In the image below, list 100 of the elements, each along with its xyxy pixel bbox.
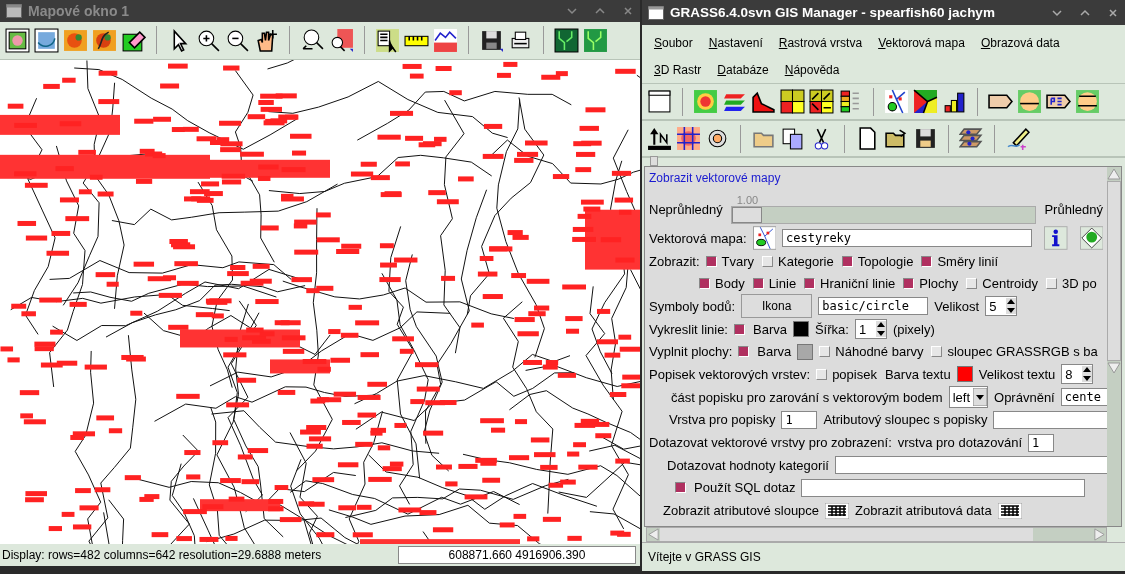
- text-field[interactable]: [993, 410, 1107, 429]
- checkbox[interactable]: [921, 255, 933, 267]
- checkbox-label[interactable]: Tvary: [721, 253, 755, 269]
- text-field[interactable]: cestyreky: [782, 229, 1033, 248]
- field-label: Barva: [757, 344, 792, 360]
- digitize-pencil-icon[interactable]: [1005, 126, 1030, 151]
- color-swatch[interactable]: [792, 321, 809, 338]
- table-icon[interactable]: [997, 502, 1022, 519]
- spinner-field[interactable]: 1: [854, 319, 887, 340]
- dropdown-arrow-icon[interactable]: [973, 388, 988, 407]
- checkbox-label[interactable]: Hraniční linie: [820, 276, 896, 292]
- text-field[interactable]: 1: [1028, 433, 1055, 452]
- text-field[interactable]: basic/circle: [818, 297, 929, 316]
- field-label: Symboly bodů:: [649, 298, 735, 314]
- checkbox-label[interactable]: Plochy: [919, 276, 959, 292]
- menu-item[interactable]: Rastrová vrstva: [778, 35, 863, 50]
- checkbox[interactable]: [804, 278, 816, 290]
- copy-icon[interactable]: [780, 126, 805, 151]
- field-label: Vrstva pro popisky: [669, 412, 776, 428]
- zoom-out-icon[interactable]: [225, 27, 250, 53]
- query-icon[interactable]: [375, 27, 400, 53]
- checkbox[interactable]: [734, 323, 745, 335]
- checkbox-label[interactable]: sloupec GRASSRGB s ba: [947, 344, 1098, 360]
- opacity-slider[interactable]: [730, 206, 1037, 224]
- coordinates-field: 608871.660 4916906.390: [398, 546, 636, 564]
- field-label: Popisek vektorových vrstev:: [649, 366, 811, 382]
- status-text: Display: rows=482 columns=642 resolution=29.6888 meters: [2, 548, 322, 562]
- menu-item[interactable]: Nastavení: [708, 35, 763, 50]
- close-icon[interactable]: [622, 5, 634, 17]
- text-field[interactable]: cente: [1060, 388, 1107, 407]
- field-label: Atributový sloupec s popisky: [823, 412, 988, 428]
- spin-arrows-icon[interactable]: [875, 321, 886, 338]
- checkbox[interactable]: [738, 346, 750, 358]
- window-icon: [648, 5, 664, 20]
- field-label: Zobrazit:: [649, 253, 700, 269]
- redraw-map-icon[interactable]: [34, 27, 59, 53]
- dropdown[interactable]: left: [948, 386, 989, 409]
- checkbox-label[interactable]: Centroidy: [982, 276, 1038, 292]
- checkbox[interactable]: [752, 278, 764, 290]
- checkbox-label[interactable]: Náhodné barvy: [835, 344, 924, 360]
- raster-map-icon[interactable]: [92, 27, 117, 53]
- info-icon[interactable]: [1044, 225, 1068, 252]
- table-icon[interactable]: [825, 502, 850, 519]
- spinner-field[interactable]: 8: [1061, 364, 1094, 385]
- checkbox-label[interactable]: Kategorie: [778, 253, 834, 269]
- checkbox[interactable]: [675, 482, 686, 494]
- menu-item[interactable]: Nápověda: [784, 62, 840, 77]
- save-icon[interactable]: [913, 126, 938, 151]
- histogram-icon[interactable]: [751, 89, 776, 114]
- north-arrow-icon[interactable]: [647, 126, 672, 151]
- spinner-field[interactable]: 5: [985, 296, 1018, 317]
- checkbox-label[interactable]: Směry linií: [937, 253, 999, 269]
- layers-icon[interactable]: [959, 126, 984, 151]
- checkbox[interactable]: [705, 255, 717, 267]
- menu-item[interactable]: Vektorová mapa: [878, 35, 965, 50]
- field-label: Dotazovat vektorové vrstvy pro zobrazení:: [649, 435, 892, 451]
- checkbox-label[interactable]: popisek: [832, 366, 877, 382]
- new-window-icon[interactable]: [647, 89, 672, 114]
- menu-item[interactable]: Databáze: [717, 62, 769, 77]
- zoom-in-icon[interactable]: [196, 27, 221, 53]
- spin-arrows-icon[interactable]: [1006, 298, 1017, 315]
- field-label: (pixely): [892, 321, 935, 337]
- checkbox[interactable]: [699, 278, 710, 290]
- grid-icon[interactable]: [676, 126, 701, 151]
- menu-item[interactable]: Soubor: [654, 35, 693, 50]
- checkbox[interactable]: [903, 278, 915, 290]
- field-label: Použít SQL dotaz: [694, 480, 796, 496]
- slider-value: 1.00: [735, 194, 760, 206]
- checkbox-label[interactable]: Linie: [768, 276, 797, 292]
- menu-item[interactable]: 3D Rastr: [654, 62, 702, 77]
- text-field[interactable]: [834, 456, 1107, 475]
- menu-item[interactable]: Obrazová data: [980, 35, 1060, 50]
- field-label: Dotazovat hodnoty kategorií: [667, 457, 829, 473]
- color-swatch[interactable]: [956, 366, 973, 383]
- text-field[interactable]: [801, 478, 1086, 497]
- zoom-back-icon[interactable]: [300, 27, 325, 53]
- slider-thumb[interactable]: [731, 207, 762, 223]
- checkbox[interactable]: [841, 255, 853, 267]
- reclass-table-icon[interactable]: [780, 89, 805, 114]
- color-swatch[interactable]: [797, 343, 814, 360]
- display-map-icon[interactable]: [5, 27, 30, 53]
- checkbox-label[interactable]: 3D po: [1061, 276, 1097, 292]
- minimize-icon[interactable]: [566, 5, 578, 17]
- raster-icon[interactable]: [693, 89, 718, 114]
- arrows-table-icon[interactable]: [809, 89, 834, 114]
- profile-icon[interactable]: [433, 27, 458, 53]
- checkbox-label[interactable]: Topologie: [857, 253, 914, 269]
- field-label: Barva: [753, 321, 787, 337]
- text-field[interactable]: 1: [781, 410, 818, 429]
- icon-select-button[interactable]: Ikona: [741, 294, 813, 319]
- zoom-region-icon[interactable]: [329, 27, 354, 53]
- splitter-handle[interactable]: [650, 156, 658, 166]
- vector-map-icon[interactable]: [752, 225, 777, 252]
- checkbox-label[interactable]: Body: [715, 276, 745, 292]
- voronoi-icon[interactable]: [913, 89, 938, 114]
- field-label: Neprůhledný: [649, 201, 723, 217]
- vector-map-icon[interactable]: [884, 89, 909, 114]
- close-icon[interactable]: [1107, 6, 1119, 19]
- pan-hand-icon[interactable]: [254, 27, 279, 53]
- spin-arrows-icon[interactable]: [1082, 366, 1093, 383]
